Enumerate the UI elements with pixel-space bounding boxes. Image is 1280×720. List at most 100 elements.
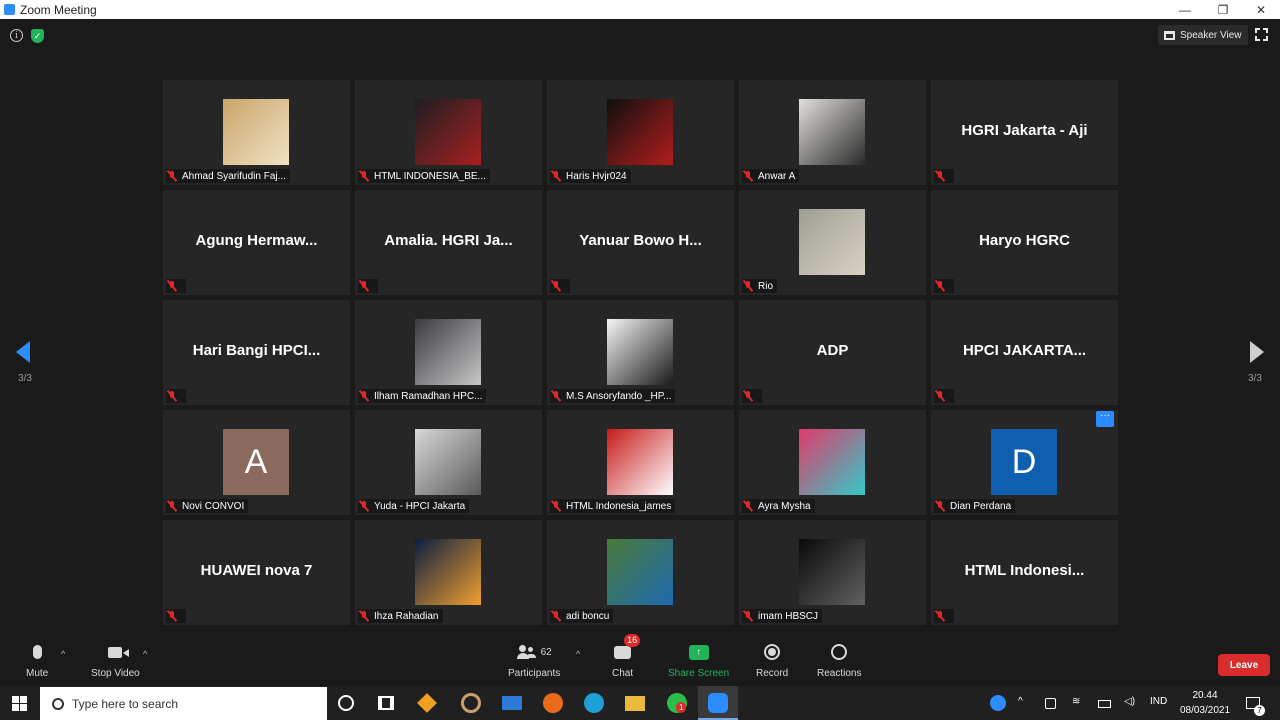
participant-tile[interactable]: imam HBSCJ	[739, 520, 926, 625]
participant-video-thumbnail	[607, 319, 673, 385]
stop-video-button[interactable]: Stop Video	[91, 641, 140, 679]
participant-name-label: Rio	[758, 280, 774, 292]
taskbar-clock[interactable]: 20.44 08/03/2021	[1178, 688, 1232, 718]
next-page-arrow-icon[interactable]	[1250, 341, 1264, 363]
wifi-icon[interactable]: ≋	[1072, 696, 1080, 707]
taskbar-search-input[interactable]	[72, 696, 302, 711]
participant-tile[interactable]: Agung Hermaw...	[163, 190, 350, 295]
minimize-button[interactable]: —	[1166, 0, 1204, 19]
participant-tile[interactable]: Haris Hvjr024	[547, 80, 734, 185]
input-language[interactable]: IND	[1150, 696, 1167, 707]
volume-icon[interactable]: ◁)	[1124, 696, 1135, 707]
participant-tile[interactable]: HPCI JAKARTA...	[931, 300, 1118, 405]
muted-mic-icon	[358, 170, 370, 182]
participant-video-thumbnail	[799, 209, 865, 275]
muted-mic-icon	[934, 390, 946, 402]
participant-tile[interactable]: Yanuar Bowo H...	[547, 190, 734, 295]
battery-icon[interactable]	[1098, 700, 1111, 708]
participants-icon	[516, 645, 535, 659]
help-icon[interactable]	[990, 695, 1006, 711]
speaker-view-button[interactable]: Speaker View	[1158, 25, 1248, 45]
task-view-icon[interactable]	[378, 696, 394, 710]
participant-tile[interactable]: Hari Bangi HPCI...	[163, 300, 350, 405]
participant-tile[interactable]: Haryo HGRC	[931, 190, 1118, 295]
participant-tile[interactable]: Rio	[739, 190, 926, 295]
edge-icon[interactable]	[584, 693, 604, 713]
cortana-icon[interactable]	[338, 695, 354, 711]
clock-time: 20.44	[1192, 690, 1218, 701]
participant-tile[interactable]: D Dian Perdana	[931, 410, 1118, 515]
previous-page-arrow-icon[interactable]	[16, 341, 30, 363]
reactions-button[interactable]: Reactions	[817, 641, 861, 679]
participant-footer: HTML Indonesia_james	[550, 499, 676, 513]
participant-tile[interactable]: HTML Indonesi...	[931, 520, 1118, 625]
leave-button[interactable]: Leave	[1218, 654, 1270, 676]
firefox-icon[interactable]	[543, 693, 563, 713]
taskbar-search[interactable]	[40, 687, 327, 720]
info-icon[interactable]: i	[10, 29, 23, 42]
fullscreen-icon[interactable]	[1255, 28, 1268, 41]
muted-mic-icon	[358, 390, 370, 402]
participant-video-thumbnail	[607, 429, 673, 495]
chat-label: Chat	[612, 668, 634, 679]
participant-tile[interactable]: M.S Ansoryfando _HP...	[547, 300, 734, 405]
letter-avatar: A	[223, 429, 289, 495]
app-icon-1[interactable]	[417, 693, 437, 713]
participant-tile[interactable]: HUAWEI nova 7	[163, 520, 350, 625]
participant-tile[interactable]: adi boncu	[547, 520, 734, 625]
participant-footer	[742, 389, 762, 403]
video-camera-icon	[108, 646, 130, 658]
muted-mic-icon	[742, 280, 754, 292]
file-explorer-icon[interactable]	[625, 696, 645, 711]
participant-display-name: Yanuar Bowo H...	[579, 232, 702, 249]
muted-mic-icon	[742, 170, 754, 182]
share-screen-button[interactable]: ↑ Share Screen	[668, 641, 729, 679]
tray-expand-icon[interactable]: ^	[1018, 696, 1023, 707]
participant-tile[interactable]: HGRI Jakarta - Aji	[931, 80, 1118, 185]
participant-display-name: Agung Hermaw...	[195, 232, 318, 249]
video-options-caret-icon[interactable]: ^	[143, 649, 147, 659]
participant-display-name: HTML Indonesi...	[964, 562, 1085, 579]
muted-mic-icon	[742, 500, 754, 512]
close-button[interactable]: ✕	[1242, 0, 1280, 19]
participants-button[interactable]: 62 Participants	[508, 641, 560, 679]
muted-mic-icon	[166, 610, 178, 622]
participant-name-label: Ihza Rahadian	[374, 610, 439, 622]
windows-start-icon[interactable]	[12, 696, 27, 711]
restore-button[interactable]: ❐	[1204, 0, 1242, 19]
share-screen-icon: ↑	[688, 644, 709, 660]
record-button[interactable]: Record	[756, 641, 788, 679]
participant-tile[interactable]: Ilham Ramadhan HPC...	[355, 300, 542, 405]
chat-button[interactable]: 16 Chat	[612, 634, 641, 679]
participant-tile[interactable]: HTML INDONESIA_BE...	[355, 80, 542, 185]
participant-tile[interactable]: Yuda - HPCI Jakarta	[355, 410, 542, 515]
participant-name-label: Ayra Mysha	[758, 500, 811, 512]
participant-footer	[934, 279, 954, 293]
security-shield-icon[interactable]: ✓	[31, 29, 44, 43]
device-icon[interactable]	[1045, 698, 1056, 709]
app-icon-2[interactable]	[461, 693, 481, 713]
participant-tile[interactable]: Ayra Mysha	[739, 410, 926, 515]
chat-icon	[614, 645, 632, 659]
zoom-taskbar-button[interactable]	[698, 686, 738, 720]
muted-mic-icon	[550, 280, 562, 292]
participant-footer: Ayra Mysha	[742, 499, 815, 513]
windows-taskbar: 1 ^ ≋ ◁) IND 20.44 08/03/2021 7	[0, 686, 1280, 720]
participant-tile[interactable]: ADP	[739, 300, 926, 405]
participant-tile[interactable]: HTML Indonesia_james	[547, 410, 734, 515]
participant-tile[interactable]: Anwar A	[739, 80, 926, 185]
more-options-button[interactable]: ···	[1096, 411, 1114, 427]
participant-tile[interactable]: Amalia. HGRI Ja...	[355, 190, 542, 295]
mail-icon[interactable]	[502, 696, 522, 710]
participant-tile[interactable]: Ahmad Syarifudin Faj...	[163, 80, 350, 185]
participant-tile[interactable]: A Novi CONVOI	[163, 410, 350, 515]
participants-options-caret-icon[interactable]: ^	[576, 649, 580, 659]
participant-name-label: Anwar A	[758, 170, 796, 182]
share-screen-label: Share Screen	[668, 668, 730, 679]
audio-options-caret-icon[interactable]: ^	[61, 649, 65, 659]
mute-button[interactable]: Mute	[26, 641, 48, 679]
participant-name-label: M.S Ansoryfando _HP...	[566, 390, 672, 402]
participant-tile[interactable]: Ihza Rahadian	[355, 520, 542, 625]
muted-mic-icon	[166, 390, 178, 402]
participant-footer	[934, 609, 954, 623]
